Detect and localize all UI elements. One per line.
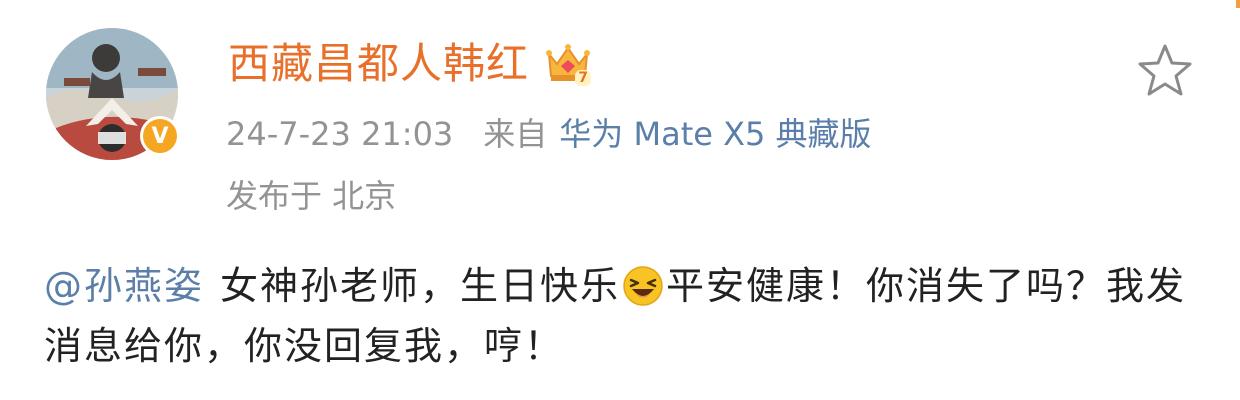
post-text-part1: 女神孙老师，生日快乐 xyxy=(220,264,621,308)
star-icon xyxy=(1138,44,1192,96)
mention-link[interactable]: @孙燕姿 xyxy=(44,264,204,308)
favorite-button[interactable] xyxy=(1136,42,1194,100)
verified-icon: V xyxy=(143,119,177,153)
verified-badge: V xyxy=(140,116,180,156)
username[interactable]: 西藏昌都人韩红 xyxy=(228,38,529,90)
source-label: 来自 xyxy=(483,115,548,153)
post-meta: 24-7-23 21:03 来自 华为 Mate X5 典藏版 xyxy=(226,112,872,156)
device-link[interactable]: 华为 Mate X5 典藏版 xyxy=(559,115,871,153)
weibo-post-card: V 西藏昌都人韩红 7 24-7-23 21:03 来自 华为 Mate X5 典藏… xyxy=(0,0,1240,400)
username-row: 西藏昌都人韩红 7 xyxy=(228,38,593,90)
laughing-emoji-icon xyxy=(622,264,664,306)
scroll-indicator xyxy=(1236,0,1240,8)
avatar-container[interactable]: V xyxy=(46,28,180,160)
post-text: @孙燕姿 女神孙老师，生日快乐 平安健康！你消失了吗？我发消息给你，你没回复我，哼！ xyxy=(44,256,1204,376)
crown-icon[interactable]: 7 xyxy=(543,40,593,88)
post-timestamp: 24-7-23 21:03 xyxy=(226,115,454,153)
post-location: 发布于 北京 xyxy=(226,177,397,215)
crown-level: 7 xyxy=(575,70,592,86)
